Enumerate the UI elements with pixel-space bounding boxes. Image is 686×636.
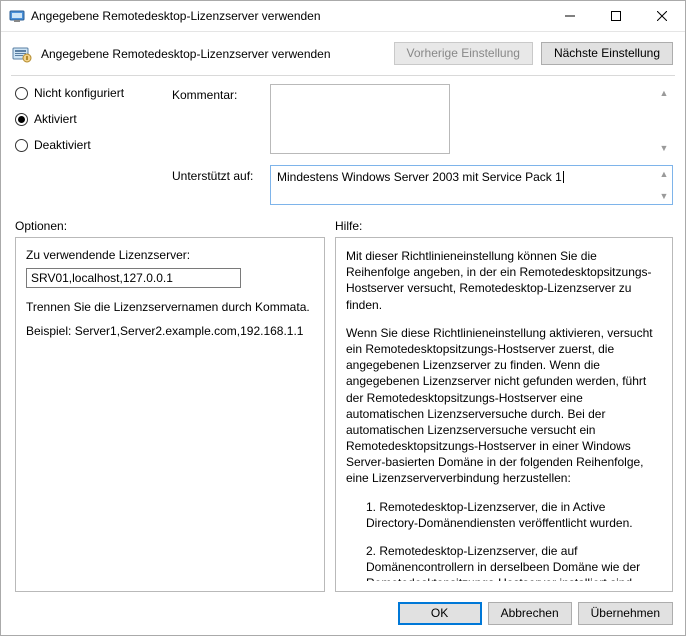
scroll-up-icon[interactable]: ▲ (657, 86, 671, 100)
ok-button[interactable]: OK (398, 602, 482, 625)
footer: OK Abbrechen Übernehmen (1, 592, 685, 635)
section-labels: Optionen: Hilfe: (1, 205, 685, 237)
supported-label: Unterstützt auf: (172, 165, 262, 205)
prev-setting-button[interactable]: Vorherige Einstellung (394, 42, 533, 65)
options-pane: Zu verwendende Lizenzserver: Trennen Sie… (15, 237, 325, 592)
radio-enabled-input[interactable] (15, 113, 28, 126)
help-list-item: 2. Remotedesktop-Lizenzserver, die auf D… (346, 543, 660, 581)
state-radios: Nicht konfiguriert Aktiviert Deaktiviert (15, 84, 160, 205)
comment-textarea[interactable] (270, 84, 450, 154)
apply-button[interactable]: Übernehmen (578, 602, 673, 625)
license-servers-input[interactable] (26, 268, 241, 288)
help-section-label: Hilfe: (335, 219, 673, 233)
radio-not-configured-input[interactable] (15, 87, 28, 100)
scroll-down-icon[interactable]: ▼ (657, 141, 671, 155)
radio-enabled[interactable]: Aktiviert (15, 112, 160, 126)
radio-not-configured-label: Nicht konfiguriert (34, 86, 124, 100)
radio-disabled-input[interactable] (15, 139, 28, 152)
lower-panes: Zu verwendende Lizenzserver: Trennen Sie… (1, 237, 685, 592)
config-area: Nicht konfiguriert Aktiviert Deaktiviert… (1, 76, 685, 205)
radio-not-configured[interactable]: Nicht konfiguriert (15, 86, 160, 100)
help-paragraph: Wenn Sie diese Richtlinieneinstellung ak… (346, 325, 660, 487)
header-title: Angegebene Remotedesktop-Lizenzserver ve… (41, 47, 386, 61)
radio-disabled-label: Deaktiviert (34, 138, 91, 152)
app-icon (9, 8, 25, 24)
window-title: Angegebene Remotedesktop-Lizenzserver ve… (31, 9, 547, 23)
next-setting-button[interactable]: Nächste Einstellung (541, 42, 673, 65)
options-note-2: Beispiel: Server1,Server2.example.com,19… (26, 324, 314, 338)
maximize-button[interactable] (593, 1, 639, 31)
help-paragraph: Mit dieser Richtlinieneinstellung können… (346, 248, 660, 313)
help-content[interactable]: Mit dieser Richtlinieneinstellung können… (346, 248, 668, 581)
comment-label: Kommentar: (172, 84, 262, 157)
cancel-button[interactable]: Abbrechen (488, 602, 572, 625)
radio-disabled[interactable]: Deaktiviert (15, 138, 160, 152)
header-row: Angegebene Remotedesktop-Lizenzserver ve… (1, 32, 685, 75)
scroll-down-icon[interactable]: ▼ (657, 189, 671, 203)
radio-enabled-label: Aktiviert (34, 112, 77, 126)
supported-text: Mindestens Windows Server 2003 mit Servi… (277, 170, 564, 184)
license-servers-label: Zu verwendende Lizenzserver: (26, 248, 314, 262)
help-list-item: 1. Remotedesktop-Lizenzserver, die in Ac… (346, 499, 660, 531)
policy-editor-window: Angegebene Remotedesktop-Lizenzserver ve… (0, 0, 686, 636)
kv-rows: Kommentar: ▲ ▼ Unterstützt auf: Mindeste… (172, 84, 673, 205)
minimize-button[interactable] (547, 1, 593, 31)
supported-box[interactable]: Mindestens Windows Server 2003 mit Servi… (270, 165, 673, 205)
policy-icon (11, 43, 33, 65)
options-section-label: Optionen: (15, 219, 335, 233)
options-note-1: Trennen Sie die Lizenzservernamen durch … (26, 300, 314, 314)
close-button[interactable] (639, 1, 685, 31)
help-pane: Mit dieser Richtlinieneinstellung können… (335, 237, 673, 592)
titlebar: Angegebene Remotedesktop-Lizenzserver ve… (1, 1, 685, 32)
scroll-up-icon[interactable]: ▲ (657, 167, 671, 181)
